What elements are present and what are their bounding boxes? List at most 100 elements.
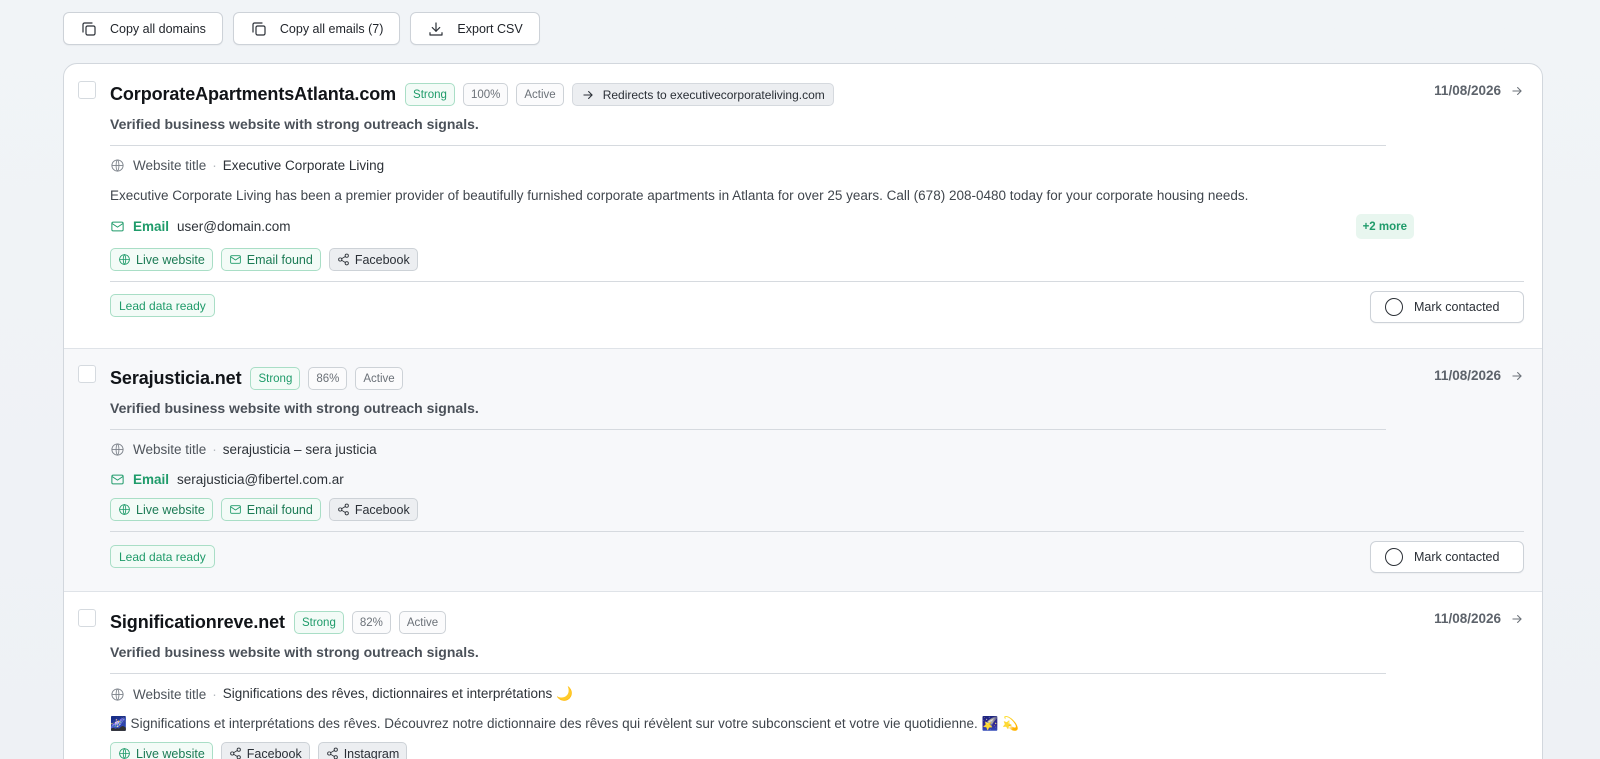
globe-icon [119, 254, 130, 265]
email-label: Email [133, 219, 170, 234]
arrow-right-icon [583, 90, 593, 99]
select-checkbox[interactable] [78, 365, 96, 383]
card-header: Serajusticia.net Strong 86% Active [110, 367, 403, 390]
tag-label: Facebook [354, 252, 410, 267]
website-title-row: Website title · serajusticia – sera just… [110, 442, 377, 457]
tag-label: Facebook [246, 746, 302, 759]
domain-name[interactable]: Serajusticia.net [110, 368, 242, 389]
export-csv-label: Export CSV [457, 21, 523, 36]
tag-list: Live website Email found Facebook [110, 498, 418, 521]
separator: · [212, 442, 217, 457]
site-description: Executive Corporate Living has been a pr… [110, 188, 1249, 203]
mail-icon [111, 221, 124, 232]
score-badge: 86% [308, 367, 348, 390]
tag-list: Live website Facebook Instagram [110, 742, 408, 759]
card-header: Significationreve.net Strong 82% Active [110, 611, 447, 634]
card-header: CorporateApartmentsAtlanta.com Strong 10… [110, 83, 834, 106]
open-details-link[interactable]: 11/08/2026 [1434, 368, 1524, 383]
date-label: 11/08/2026 [1434, 611, 1501, 626]
share-icon [326, 747, 338, 759]
tag-label: Live website [136, 252, 205, 267]
mark-contacted-button[interactable]: Mark contacted [1370, 541, 1524, 573]
divider [110, 145, 1386, 146]
copy-icon [82, 21, 96, 36]
tag-label: Facebook [354, 502, 410, 517]
domain-name[interactable]: Significationreve.net [110, 612, 285, 633]
globe-icon [111, 687, 124, 701]
select-checkbox[interactable] [78, 609, 96, 627]
tag-facebook: Facebook [328, 248, 418, 271]
arrow-right-icon [1512, 86, 1522, 95]
status-badge: Active [398, 611, 447, 634]
tag-list: Live website Email found Facebook [110, 248, 418, 271]
strength-badge: Strong [405, 83, 455, 106]
email-row: Email user@domain.com [110, 219, 291, 234]
website-title-row: Website title · Significations des rêves… [110, 686, 573, 702]
globe-icon [119, 504, 130, 515]
toolbar: Copy all domains Copy all emails (7) Exp… [63, 12, 540, 45]
mail-icon [111, 474, 124, 485]
tag-label: Email found [246, 252, 313, 267]
share-icon [229, 747, 241, 759]
website-title-label: Website title [133, 686, 207, 702]
divider [110, 531, 1524, 532]
circle-icon [1385, 548, 1403, 566]
tag-live-website: Live website [110, 742, 213, 759]
result-card: CorporateApartmentsAtlanta.com Strong 10… [64, 64, 1542, 349]
strength-badge: Strong [293, 611, 344, 634]
tag-live-website: Live website [110, 498, 213, 521]
tag-instagram: Instagram [317, 742, 408, 759]
tag-email-found: Email found [220, 498, 321, 521]
website-title-label: Website title [133, 442, 207, 457]
status-badge: Active [355, 367, 403, 390]
date-label: 11/08/2026 [1434, 368, 1501, 383]
date-label: 11/08/2026 [1434, 83, 1501, 98]
card-subtitle: Verified business website with strong ou… [110, 644, 479, 660]
copy-all-emails-button[interactable]: Copy all emails (7) [232, 12, 401, 45]
redirect-badge: Redirects to executivecorporateliving.co… [571, 83, 834, 106]
domain-name[interactable]: CorporateApartmentsAtlanta.com [110, 84, 396, 105]
mark-contacted-label: Mark contacted [1414, 300, 1500, 314]
score-badge: 82% [351, 611, 391, 634]
export-csv-button[interactable]: Export CSV [410, 12, 540, 45]
tag-label: Live website [136, 746, 205, 759]
email-label: Email [133, 472, 170, 487]
strength-badge: Strong [250, 367, 301, 390]
share-icon [338, 503, 349, 516]
card-subtitle: Verified business website with strong ou… [110, 116, 479, 132]
mail-icon [229, 505, 241, 514]
open-details-link[interactable]: 11/08/2026 [1434, 83, 1524, 98]
email-value[interactable]: serajusticia@fibertel.com.ar [177, 472, 344, 487]
redirect-text: Redirects to executivecorporateliving.co… [602, 87, 825, 102]
select-checkbox[interactable] [78, 81, 96, 99]
score-badge: 100% [462, 83, 509, 106]
mark-contacted-button[interactable]: Mark contacted [1370, 291, 1524, 323]
open-details-link[interactable]: 11/08/2026 [1434, 611, 1524, 626]
website-title-value: serajusticia – sera justicia [222, 442, 377, 457]
tag-live-website: Live website [110, 248, 213, 271]
arrow-right-icon [1512, 614, 1522, 623]
share-icon [338, 253, 349, 266]
tag-facebook: Facebook [328, 498, 418, 521]
globe-icon [119, 748, 130, 759]
result-card: Serajusticia.net Strong 86% Active 11/08… [64, 349, 1542, 592]
globe-icon [111, 159, 124, 172]
lead-status-badge: Lead data ready [110, 545, 215, 568]
divider [110, 429, 1386, 430]
email-value[interactable]: user@domain.com [177, 219, 291, 234]
separator: · [212, 686, 217, 702]
more-emails-button[interactable]: +2 more [1355, 214, 1414, 239]
website-title-label: Website title [133, 158, 207, 173]
tag-label: Email found [246, 502, 313, 517]
website-title-value: Executive Corporate Living [222, 158, 385, 173]
divider [110, 673, 1386, 674]
copy-all-domains-button[interactable]: Copy all domains [63, 12, 223, 45]
download-icon [429, 21, 444, 36]
tag-email-found: Email found [220, 248, 321, 271]
copy-all-emails-label: Copy all emails (7) [279, 21, 384, 36]
status-badge: Active [516, 83, 564, 106]
circle-icon [1385, 298, 1403, 316]
globe-icon [111, 443, 124, 456]
email-row: Email serajusticia@fibertel.com.ar [110, 472, 344, 487]
website-title-value: Significations des rêves, dictionnaires … [222, 686, 573, 701]
